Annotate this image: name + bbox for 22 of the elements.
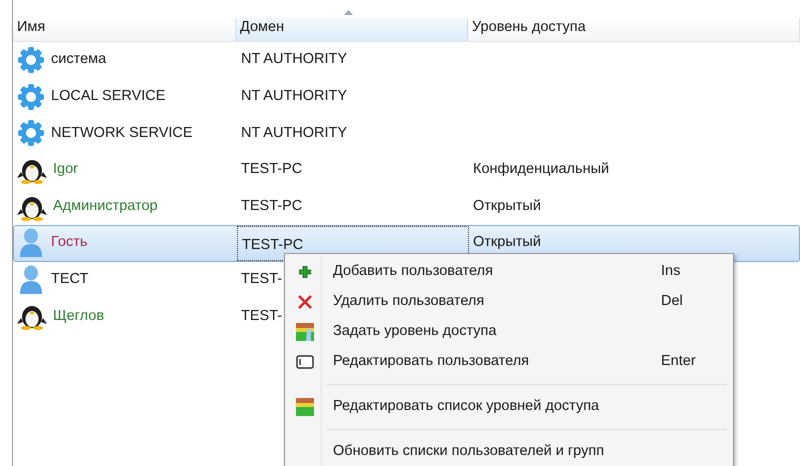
shortcut-label: Enter — [661, 353, 696, 370]
user-name: LOCAL SERVICE — [51, 87, 166, 106]
user-name: ТЕСТ — [51, 270, 88, 289]
domain-cell-text: NT AUTHORITY — [240, 51, 348, 68]
domain-cell-text: TEST-PC — [240, 161, 302, 178]
access-level-cell-text: Конфиденциальный — [472, 161, 610, 178]
user-name: система — [51, 50, 106, 70]
user-name: Igor — [53, 160, 78, 180]
domain-cell-text: TEST-PC — [240, 198, 302, 214]
access-level-cell-text: Открытый — [472, 198, 541, 214]
user-name: Щеглов — [53, 306, 104, 326]
user-name: NETWORK SERVICE — [51, 124, 193, 143]
access-level-cell-text: Открытый — [472, 234, 541, 250]
shortcut-label: Ins — [661, 263, 680, 280]
domain-cell-text: TEST- — [240, 270, 282, 287]
user-name: Гость — [51, 233, 88, 252]
domain-cell-text: NT AUTHORITY — [240, 124, 348, 141]
user-name: Администратор — [53, 196, 158, 216]
domain-cell-text: NT AUTHORITY — [240, 88, 348, 104]
domain-cell-text: TEST-PC — [241, 236, 304, 255]
shortcut-label: Del — [661, 293, 683, 310]
domain-cell-text: TEST- — [240, 308, 282, 324]
